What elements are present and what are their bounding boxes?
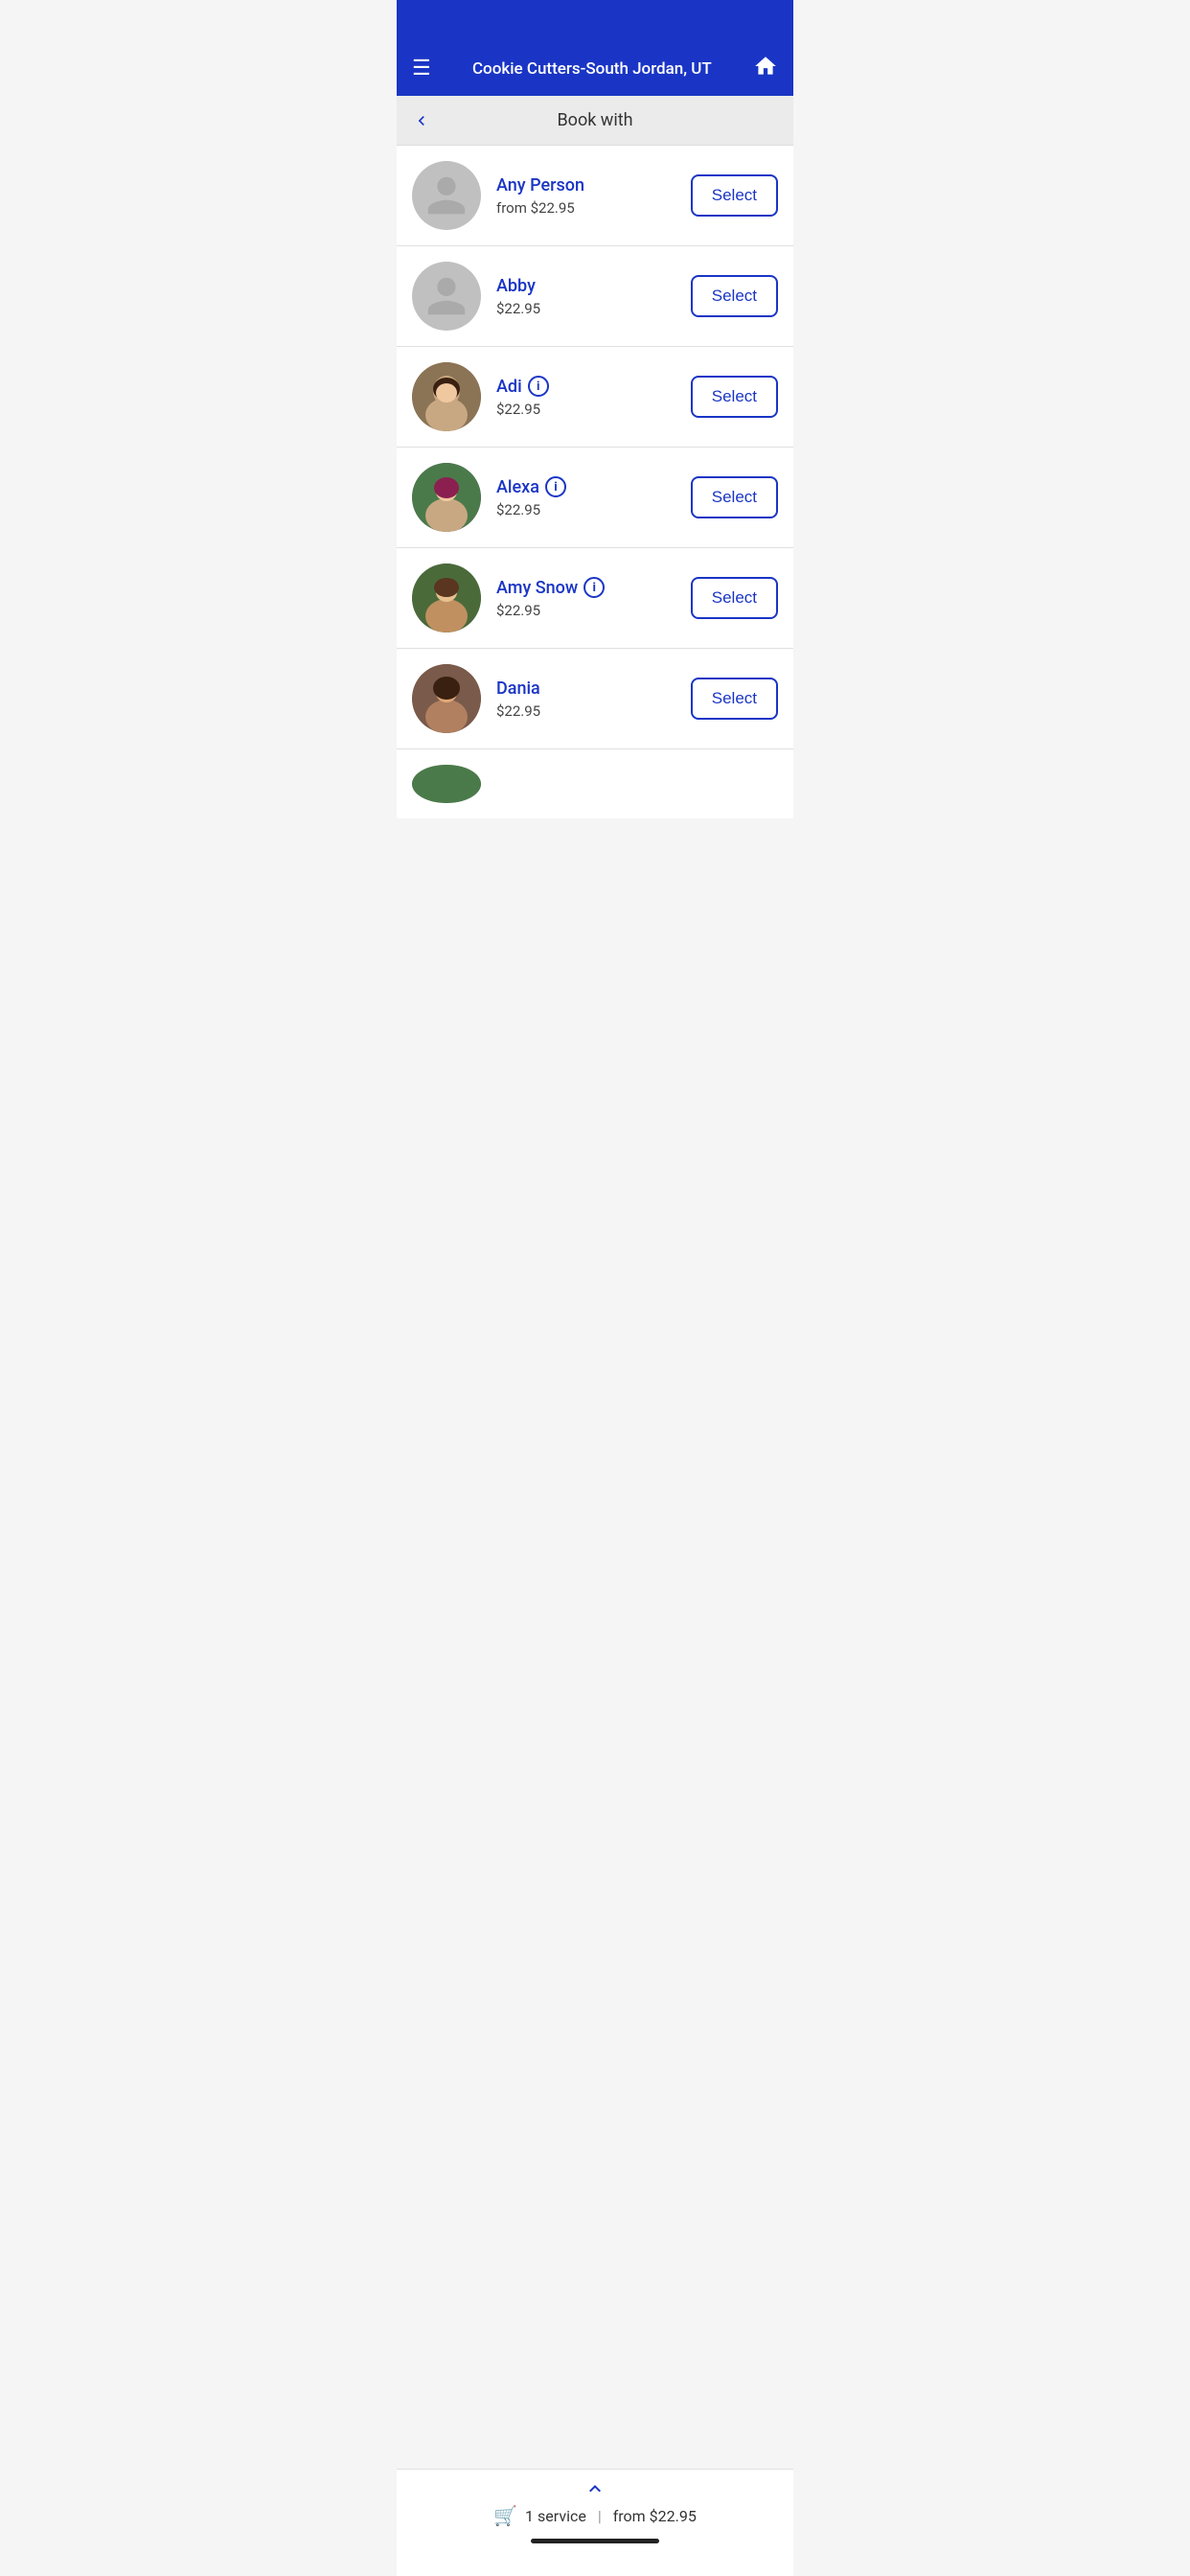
staff-row-any-person: Any Person from $22.95 Select: [397, 146, 793, 246]
staff-price-abby: $22.95: [496, 300, 683, 317]
avatar-dania: [412, 664, 481, 733]
staff-row-dania: Dania $22.95 Select: [397, 649, 793, 749]
info-icon-alexa[interactable]: i: [545, 476, 566, 497]
staff-name-any-person: Any Person: [496, 175, 683, 196]
avatar-partial: [412, 765, 481, 803]
avatar-amy-snow: [412, 564, 481, 632]
app-header: ☰ Cookie Cutters-South Jordan, UT: [397, 42, 793, 96]
select-button-alexa[interactable]: Select: [691, 476, 778, 518]
staff-info-any-person: Any Person from $22.95: [496, 175, 683, 217]
staff-row-alexa: Alexa i $22.95 Select: [397, 448, 793, 548]
service-count-text: 1 service: [525, 2507, 586, 2525]
select-button-adi[interactable]: Select: [691, 376, 778, 418]
bottom-bar: 🛒 1 service | from $22.95: [397, 2469, 793, 2576]
back-button[interactable]: [412, 111, 431, 130]
bottom-bar-content: 🛒 1 service | from $22.95: [412, 2504, 778, 2531]
select-button-dania[interactable]: Select: [691, 678, 778, 720]
staff-name-abby: Abby: [496, 276, 683, 296]
bottom-price-text: from $22.95: [613, 2507, 697, 2525]
select-button-any-person[interactable]: Select: [691, 174, 778, 217]
cart-icon: 🛒: [493, 2504, 517, 2527]
staff-info-adi: Adi i $22.95: [496, 376, 683, 418]
select-button-amy-snow[interactable]: Select: [691, 577, 778, 619]
staff-list: Any Person from $22.95 Select Abby $22.9…: [397, 146, 793, 914]
staff-name-alexa: Alexa i: [496, 476, 683, 497]
staff-info-amy-snow: Amy Snow i $22.95: [496, 577, 683, 619]
home-indicator: [531, 2539, 659, 2543]
info-icon-amy-snow[interactable]: i: [584, 577, 605, 598]
staff-price-alexa: $22.95: [496, 501, 683, 518]
staff-info-alexa: Alexa i $22.95: [496, 476, 683, 518]
staff-price-amy-snow: $22.95: [496, 602, 683, 619]
staff-row-adi: Adi i $22.95 Select: [397, 347, 793, 448]
separator: |: [598, 2507, 602, 2525]
header-title: Cookie Cutters-South Jordan, UT: [431, 59, 753, 79]
staff-row-partial: [397, 749, 793, 818]
staff-row-amy-snow: Amy Snow i $22.95 Select: [397, 548, 793, 649]
select-button-abby[interactable]: Select: [691, 275, 778, 317]
staff-price-any-person: from $22.95: [496, 199, 683, 217]
menu-button[interactable]: ☰: [412, 58, 431, 80]
home-button[interactable]: [753, 54, 778, 84]
staff-info-dania: Dania $22.95: [496, 678, 683, 720]
staff-price-adi: $22.95: [496, 401, 683, 418]
avatar-abby: [412, 262, 481, 331]
avatar-any-person: [412, 161, 481, 230]
avatar-alexa: [412, 463, 481, 532]
bottom-bar-chevron[interactable]: [412, 2470, 778, 2504]
status-bar: [397, 0, 793, 42]
info-icon-adi[interactable]: i: [528, 376, 549, 397]
staff-name-amy-snow: Amy Snow i: [496, 577, 683, 598]
sub-header: Book with: [397, 96, 793, 146]
staff-info-abby: Abby $22.95: [496, 276, 683, 317]
avatar-adi: [412, 362, 481, 431]
staff-name-dania: Dania: [496, 678, 683, 699]
sub-header-title: Book with: [557, 110, 632, 130]
staff-name-adi: Adi i: [496, 376, 683, 397]
staff-price-dania: $22.95: [496, 702, 683, 720]
staff-row-abby: Abby $22.95 Select: [397, 246, 793, 347]
